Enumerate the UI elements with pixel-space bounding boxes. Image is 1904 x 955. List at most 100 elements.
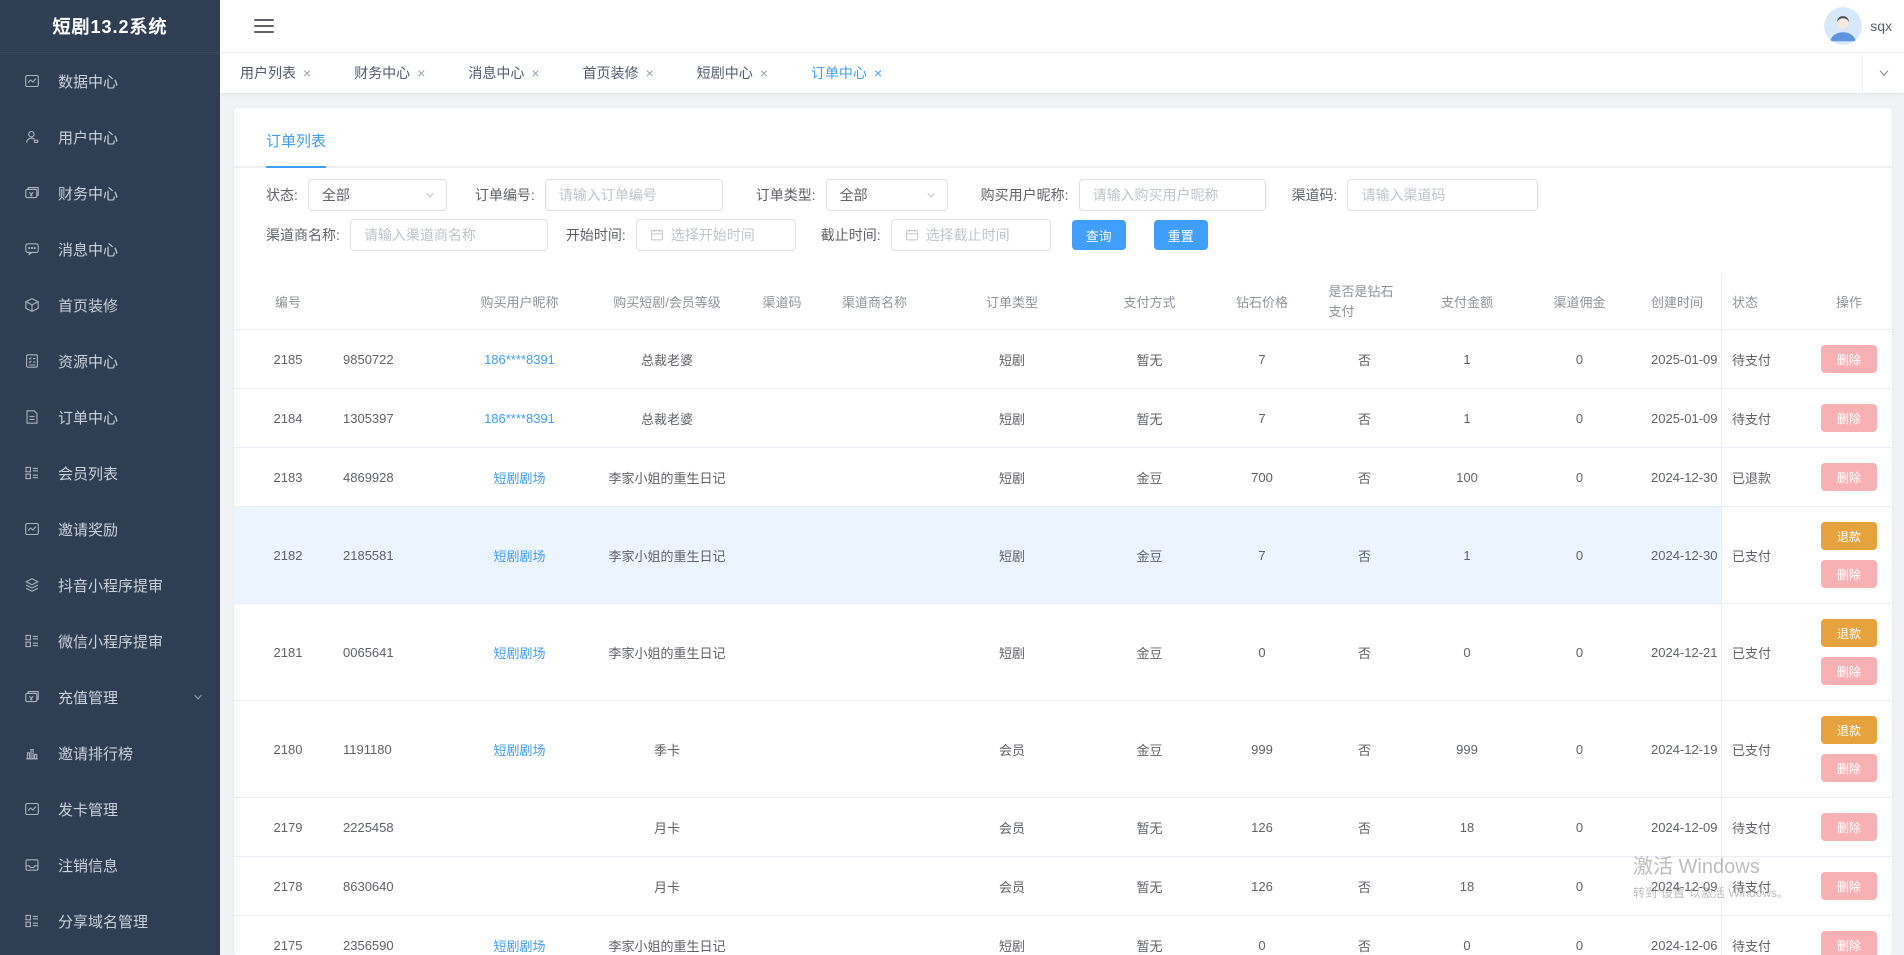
tab-home-decoration[interactable]: 首页装修×: [583, 63, 654, 83]
cell-diamond-price: 126: [1207, 798, 1317, 856]
tab-close-icon[interactable]: ×: [874, 66, 882, 80]
query-button[interactable]: 查询: [1072, 220, 1126, 250]
tab-user-list[interactable]: 用户列表×: [240, 63, 311, 83]
sidebar-item-label: 首页装修: [58, 295, 118, 316]
order-no-input[interactable]: [559, 187, 712, 203]
hamburger-menu-icon[interactable]: [254, 15, 274, 37]
col-created-at: 创建时间: [1637, 274, 1721, 329]
cell-created-at: 2025-01-09: [1637, 389, 1721, 447]
sidebar-item-share-domain-manage[interactable]: 分享域名管理: [0, 893, 220, 949]
buyer-nickname-link[interactable]: 短剧剧场: [493, 643, 545, 662]
sidebar-item-user-center[interactable]: 用户中心: [0, 109, 220, 165]
cell-created-at: 2024-12-09: [1637, 857, 1721, 915]
sidebar-item-resource-center[interactable]: 资源中心: [0, 333, 220, 389]
tab-close-icon[interactable]: ×: [531, 66, 539, 80]
delete-button[interactable]: 删除: [1821, 813, 1877, 841]
chevron-down-icon: [424, 189, 436, 201]
tabbar: 用户列表× 财务中心× 消息中心× 首页装修× 短剧中心× 订单中心 ×: [220, 53, 1904, 94]
status-select[interactable]: 全部: [308, 179, 447, 211]
table-row: 21841305397186****8391总裁老婆短剧暂无7否102025-0…: [234, 389, 1892, 448]
delete-button[interactable]: 删除: [1821, 754, 1877, 782]
sidebar-item-card-issue-manage[interactable]: 发卡管理: [0, 781, 220, 837]
cell-buyer-user-id: 1191180: [342, 701, 452, 797]
delete-button[interactable]: 删除: [1821, 657, 1877, 685]
channel-name-input-wrap: [350, 219, 548, 251]
tab-close-icon[interactable]: ×: [646, 66, 654, 80]
reset-button[interactable]: 重置: [1154, 220, 1208, 250]
nickname-label: 购买用户昵称:: [981, 185, 1069, 205]
sidebar-item-invite-reward[interactable]: 邀请奖励: [0, 501, 220, 557]
delete-button[interactable]: 删除: [1821, 404, 1877, 432]
delete-button[interactable]: 删除: [1821, 463, 1877, 491]
cell-buyer-nickname: 短剧剧场: [452, 448, 587, 506]
cell-buyer-nickname: 短剧剧场: [452, 604, 587, 700]
cube-icon: [24, 297, 40, 313]
order-no-label: 订单编号:: [475, 185, 535, 205]
nickname-input[interactable]: [1093, 187, 1255, 203]
tab-message-center[interactable]: 消息中心×: [468, 63, 539, 83]
card-tabs: 订单列表: [234, 108, 1892, 168]
delete-button[interactable]: 删除: [1821, 560, 1877, 588]
avatar[interactable]: [1824, 7, 1862, 45]
end-time-picker[interactable]: 选择截止时间: [891, 219, 1051, 251]
tab-finance-center[interactable]: 财务中心×: [354, 63, 425, 83]
cell-actions: 删除: [1806, 916, 1892, 955]
cell-channel-name: [817, 330, 932, 388]
sidebar-item-home-decoration[interactable]: 首页装修: [0, 277, 220, 333]
col-pay-method: 支付方式: [1092, 274, 1207, 329]
tab-order-list[interactable]: 订单列表: [266, 130, 326, 168]
start-time-placeholder: 选择开始时间: [671, 225, 755, 245]
channel-name-input[interactable]: [364, 227, 537, 243]
cell-pay-method: 暂无: [1092, 798, 1207, 856]
cell-actions: 退款删除: [1806, 507, 1892, 603]
col-channel-code: 渠道码: [747, 274, 817, 329]
channel-code-input[interactable]: [1361, 187, 1527, 203]
col-channel-name: 渠道商名称: [817, 274, 932, 329]
sidebar-item-finance-center[interactable]: 财务中心: [0, 165, 220, 221]
table-row: 21822185581短剧剧场李家小姐的重生日记短剧金豆7否102024-12-…: [234, 507, 1892, 604]
refund-button[interactable]: 退款: [1821, 716, 1877, 744]
sidebar-item-order-center[interactable]: 订单中心: [0, 389, 220, 445]
cell-pay-method: 金豆: [1092, 448, 1207, 506]
user-menu[interactable]: sqx: [1824, 7, 1892, 45]
cell-order-type: 会员: [932, 857, 1092, 915]
buyer-nickname-link[interactable]: 186****8391: [484, 352, 555, 367]
buyer-nickname-link[interactable]: 短剧剧场: [493, 936, 545, 955]
cell-channel-code: [747, 507, 817, 603]
cell-is-diamond-pay: 否: [1317, 798, 1412, 856]
tab-label: 订单中心: [811, 63, 867, 83]
refund-button[interactable]: 退款: [1821, 522, 1877, 550]
sidebar-item-member-list[interactable]: 会员列表: [0, 445, 220, 501]
buyer-nickname-link[interactable]: 短剧剧场: [493, 546, 545, 565]
delete-button[interactable]: 删除: [1821, 872, 1877, 900]
tab-order-center[interactable]: 订单中心 ×: [811, 63, 882, 83]
tab-drama-center[interactable]: 短剧中心×: [697, 63, 768, 83]
buyer-nickname-link[interactable]: 186****8391: [484, 411, 555, 426]
cell-order-id: 2182: [234, 507, 342, 603]
buyer-nickname-link[interactable]: 短剧剧场: [493, 740, 545, 759]
sidebar-item-logout-info[interactable]: 注销信息: [0, 837, 220, 893]
sidebar-item-douyin-miniapp-review[interactable]: 抖音小程序提审: [0, 557, 220, 613]
sidebar-item-invite-ranking[interactable]: 邀请排行榜: [0, 725, 220, 781]
tabbar-chevron-down-icon[interactable]: [1862, 53, 1904, 93]
buyer-nickname-link[interactable]: 短剧剧场: [493, 468, 545, 487]
wallet-icon: [24, 689, 40, 705]
sidebar-item-wechat-miniapp-review[interactable]: 微信小程序提审: [0, 613, 220, 669]
tab-close-icon[interactable]: ×: [760, 66, 768, 80]
tab-close-icon[interactable]: ×: [303, 66, 311, 80]
delete-button[interactable]: 删除: [1821, 931, 1877, 955]
cell-drama-or-level: 李家小姐的重生日记: [587, 507, 747, 603]
cell-pay-method: 暂无: [1092, 389, 1207, 447]
end-time-label: 截止时间:: [821, 225, 881, 245]
sidebar-item-data-center[interactable]: 数据中心: [0, 53, 220, 109]
tab-close-icon[interactable]: ×: [417, 66, 425, 80]
sidebar-item-recharge-manage[interactable]: 充值管理: [0, 669, 220, 725]
cell-channel-name: [817, 507, 932, 603]
start-time-picker[interactable]: 选择开始时间: [636, 219, 796, 251]
cell-channel-commission: 0: [1522, 389, 1637, 447]
cell-order-type: 短剧: [932, 916, 1092, 955]
sidebar-item-message-center[interactable]: 消息中心: [0, 221, 220, 277]
order-type-select[interactable]: 全部: [826, 179, 948, 211]
refund-button[interactable]: 退款: [1821, 619, 1877, 647]
delete-button[interactable]: 删除: [1821, 345, 1877, 373]
